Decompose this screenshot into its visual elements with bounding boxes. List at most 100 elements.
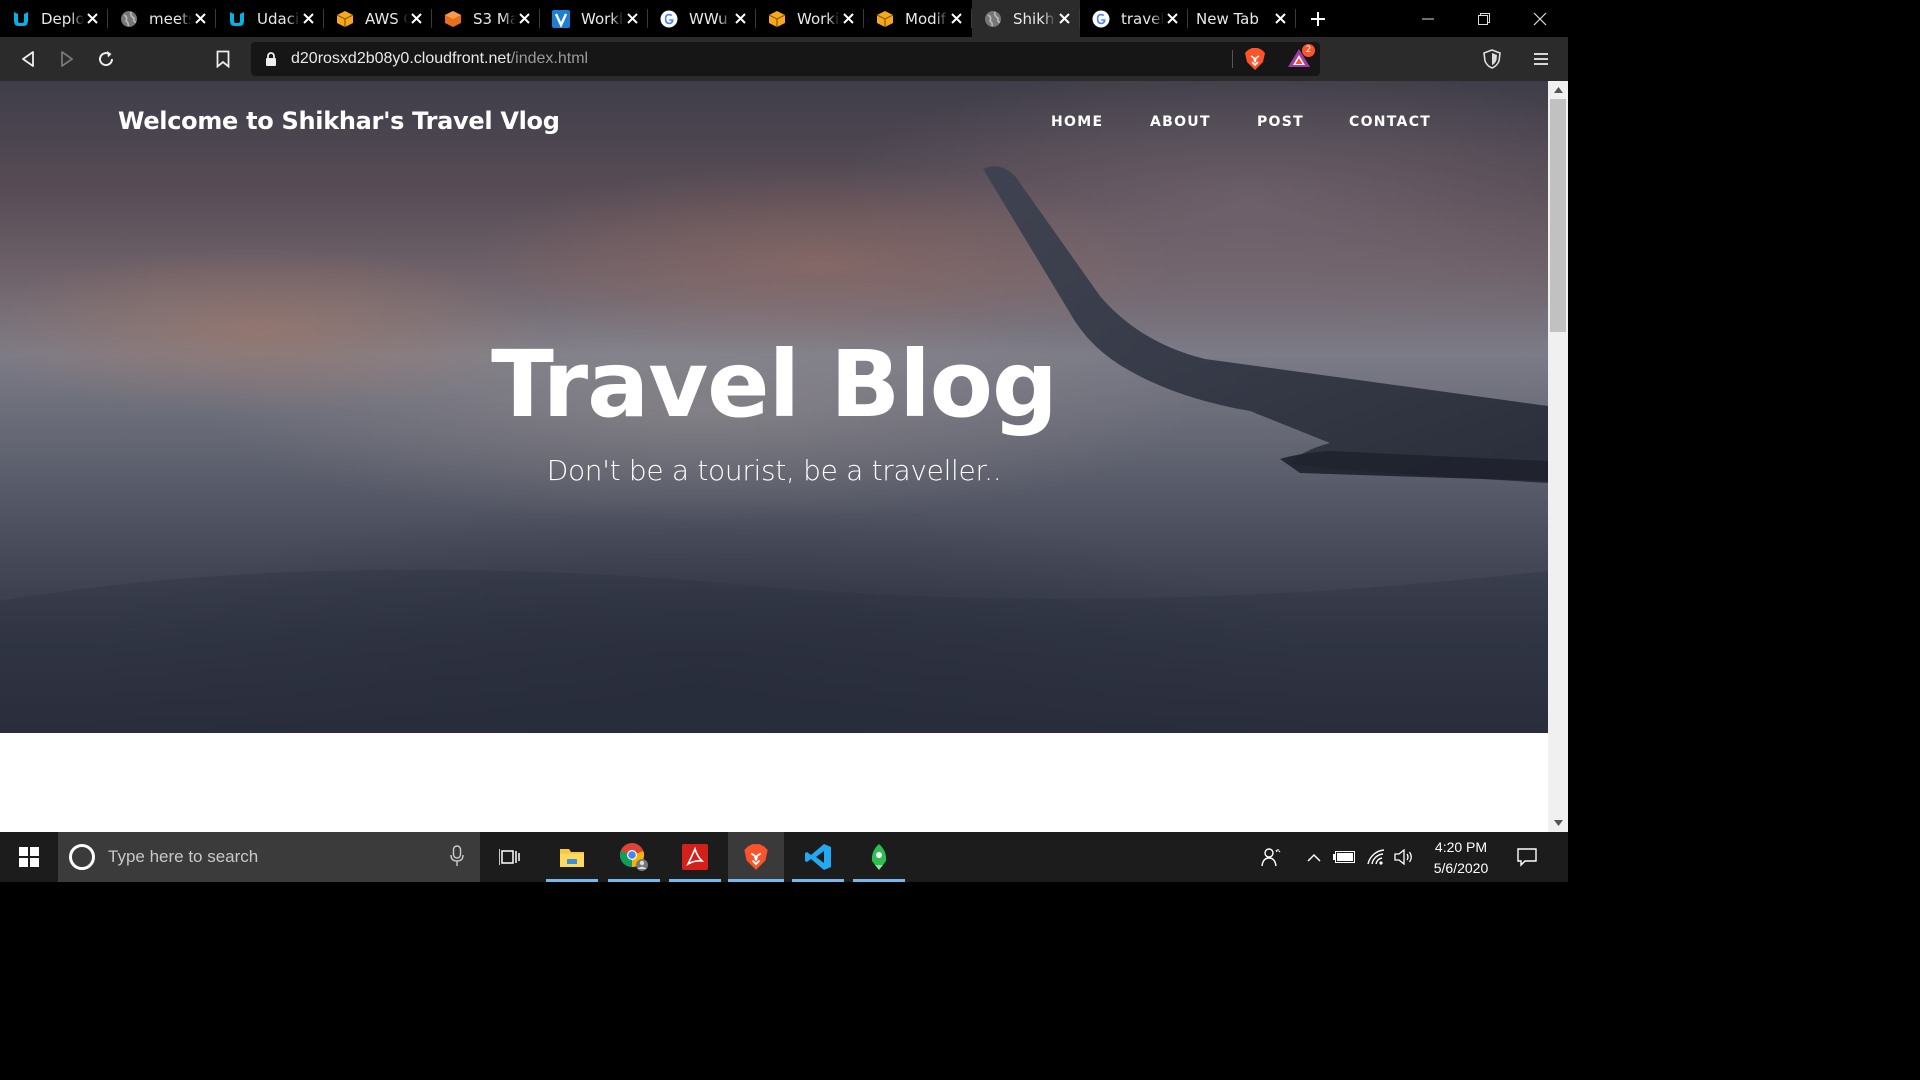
nav-link-home[interactable]: HOME (1051, 114, 1103, 130)
volume-control[interactable] (1392, 832, 1416, 882)
scrollbar-thumb[interactable] (1550, 99, 1566, 332)
tab-udacity[interactable]: Udacit (216, 0, 324, 37)
nav-link-contact[interactable]: CONTACT (1349, 114, 1431, 130)
tab-modify[interactable]: Modif (864, 0, 972, 37)
globe-icon (118, 8, 140, 30)
cortana-icon[interactable] (69, 844, 95, 870)
scroll-up-arrow-icon[interactable] (1548, 81, 1568, 99)
tab-deploy[interactable]: Deplo (0, 0, 108, 37)
close-icon[interactable] (840, 11, 856, 27)
close-icon[interactable] (84, 11, 100, 27)
close-icon[interactable] (1056, 11, 1072, 27)
tab-meets[interactable]: meets (108, 0, 216, 37)
udacity-icon (10, 8, 32, 30)
show-hidden-icons-button[interactable] (1303, 832, 1325, 882)
vertical-v-icon (550, 8, 572, 30)
tab-title: meets (149, 9, 192, 28)
taskbar-git-app[interactable] (853, 832, 905, 882)
site-navbar: Welcome to Shikhar's Travel Vlog HOME AB… (0, 81, 1548, 163)
url-text[interactable]: d20rosxd2b08y0.cloudfront.net/index.html (291, 50, 588, 68)
brave-shields-icon[interactable] (1244, 47, 1266, 75)
close-icon[interactable] (624, 11, 640, 27)
aws-s3-icon (442, 8, 464, 30)
udacity-icon (226, 8, 248, 30)
reload-button[interactable] (86, 37, 125, 81)
window-controls (1400, 0, 1568, 37)
globe-icon (982, 8, 1004, 30)
battery-indicator[interactable] (1332, 832, 1356, 882)
tab-travel-search[interactable]: travel (1080, 0, 1188, 37)
battery-icon (1333, 851, 1355, 863)
minimize-button[interactable] (1400, 0, 1456, 37)
close-window-button[interactable] (1512, 0, 1568, 37)
task-view-icon (499, 849, 520, 865)
forward-button[interactable] (47, 37, 86, 81)
taskbar-vscode[interactable] (792, 832, 844, 882)
tab-title: Worki (797, 9, 840, 28)
tab-s3-management[interactable]: S3 Ma (432, 0, 540, 37)
back-button[interactable] (8, 37, 47, 81)
clock-date: 5/6/2020 (1433, 860, 1489, 876)
close-icon[interactable] (192, 11, 208, 27)
extension-shield-button[interactable] (1472, 37, 1511, 81)
back-arrow-icon (21, 51, 34, 67)
taskbar-search-box[interactable]: Type here to search (58, 832, 480, 882)
windows-taskbar: Type here to search 4:20 PM 5/6/2020 (0, 832, 1568, 882)
scroll-down-arrow-icon[interactable] (1548, 814, 1568, 832)
microphone-icon[interactable] (450, 845, 464, 871)
wifi-indicator[interactable] (1364, 832, 1388, 882)
start-button[interactable] (0, 832, 58, 882)
aws-box-icon (874, 8, 896, 30)
task-view-button[interactable] (484, 832, 536, 882)
close-icon[interactable] (408, 11, 424, 27)
tab-aws-console[interactable]: AWS C (324, 0, 432, 37)
close-icon[interactable] (516, 11, 532, 27)
close-icon[interactable] (1164, 11, 1180, 27)
hero-section: Welcome to Shikhar's Travel Vlog HOME AB… (0, 81, 1548, 733)
shield-icon (1482, 49, 1501, 69)
bookmark-button[interactable] (203, 37, 242, 81)
people-icon (1261, 848, 1281, 867)
page-scrollbar[interactable] (1548, 81, 1568, 832)
tab-title: travel (1121, 9, 1164, 28)
tab-workload[interactable]: Workl (540, 0, 648, 37)
search-placeholder: Type here to search (108, 847, 259, 866)
rocket-app-icon (871, 844, 887, 870)
taskbar-file-explorer[interactable] (546, 832, 598, 882)
tab-title: Deplo (41, 9, 84, 28)
action-center-button[interactable] (1512, 832, 1542, 882)
taskbar-acrobat[interactable] (669, 832, 721, 882)
tab-strip: Deplo meets Udacit AWS C S3 Ma Workl (0, 0, 1568, 37)
restore-button[interactable] (1456, 0, 1512, 37)
tab-google-search[interactable]: WWu (648, 0, 756, 37)
tab-shikhar-active[interactable]: Shikha (972, 0, 1080, 37)
forward-arrow-icon (60, 51, 73, 67)
address-bar[interactable]: d20rosxd2b08y0.cloudfront.net/index.html… (251, 42, 1320, 76)
tab-new-tab[interactable]: New Tab (1188, 0, 1296, 37)
tab-title: Udacit (257, 9, 300, 28)
google-icon (658, 8, 680, 30)
taskbar-brave[interactable] (728, 832, 784, 882)
browser-menu-button[interactable] (1521, 37, 1560, 81)
taskbar-clock[interactable]: 4:20 PM 5/6/2020 (1416, 837, 1506, 879)
nav-link-about[interactable]: ABOUT (1150, 114, 1211, 130)
brave-rewards-icon[interactable]: 2 (1287, 44, 1315, 73)
new-tab-button[interactable] (1296, 0, 1340, 37)
close-icon[interactable] (1272, 11, 1288, 27)
hero-title: Travel Blog (491, 331, 1058, 438)
lock-icon[interactable] (251, 51, 291, 67)
file-explorer-icon (560, 849, 584, 867)
chevron-up-icon (1307, 853, 1321, 862)
nav-link-post[interactable]: POST (1257, 114, 1304, 130)
close-icon[interactable] (948, 11, 964, 27)
tab-working[interactable]: Worki (756, 0, 864, 37)
close-icon[interactable] (732, 11, 748, 27)
site-brand-link[interactable]: Welcome to Shikhar's Travel Vlog (118, 107, 560, 135)
taskbar-chrome[interactable] (608, 832, 660, 882)
url-path: /index.html (510, 50, 589, 67)
vscode-icon (805, 844, 831, 870)
close-icon[interactable] (300, 11, 316, 27)
people-button[interactable] (1258, 832, 1284, 882)
bookmark-icon (216, 50, 229, 68)
tab-title: Modif (905, 9, 947, 28)
